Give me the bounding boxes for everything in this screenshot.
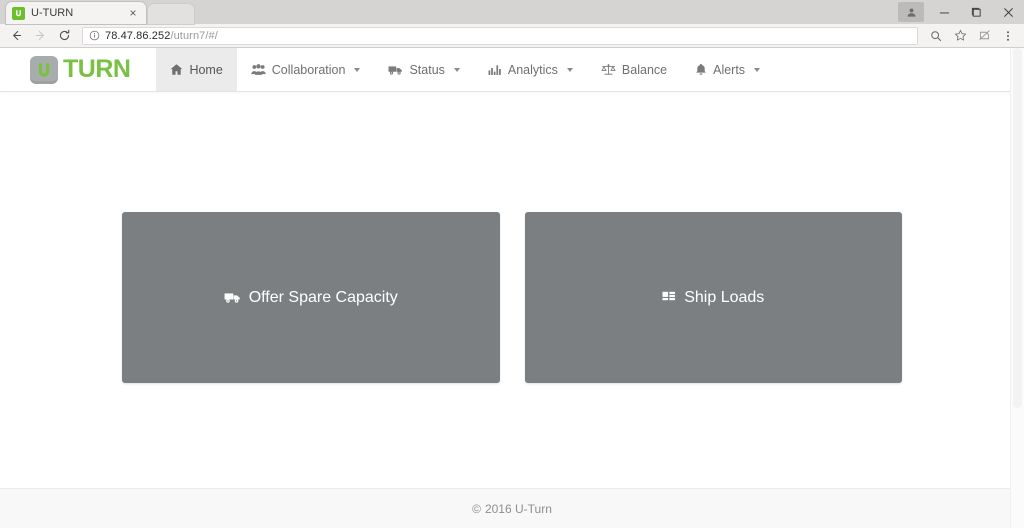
minimize-window-button[interactable]	[928, 0, 960, 24]
forward-arrow-icon	[28, 26, 52, 46]
card-label-text: Ship Loads	[684, 288, 765, 306]
nav-item-label: Status	[409, 62, 445, 77]
action-cards: Offer Spare Capacity Ship Loads	[122, 212, 902, 383]
nav-item-label: Analytics	[507, 62, 558, 77]
back-arrow-icon[interactable]	[4, 26, 28, 46]
footer-copyright-text: 2016 U-Turn	[484, 501, 552, 516]
app-navbar: TURN Home Collaboration Status Analytics…	[0, 48, 1024, 92]
nav-item-home[interactable]: Home	[156, 48, 237, 91]
close-tab-icon[interactable]: ×	[126, 6, 140, 20]
chart-icon	[488, 64, 502, 76]
users-icon	[251, 63, 266, 76]
chevron-down-icon	[354, 67, 361, 72]
toolbar-right-actions	[924, 26, 1020, 46]
info-circle-icon[interactable]	[89, 30, 100, 41]
offer-spare-capacity-card[interactable]: Offer Spare Capacity	[122, 212, 500, 383]
grid-icon	[662, 291, 676, 304]
bell-icon	[695, 63, 707, 76]
card-label-text: Offer Spare Capacity	[248, 288, 398, 306]
nav-item-label: Home	[189, 62, 223, 77]
brand-logo[interactable]: TURN	[30, 48, 156, 91]
main-content: Offer Spare Capacity Ship Loads	[0, 92, 1024, 488]
truck-icon	[388, 64, 403, 76]
page-footer: © 2016 U-Turn	[0, 488, 1024, 528]
brand-text: TURN	[63, 55, 131, 83]
url-path: /uturn7/#/	[170, 29, 218, 42]
nav-item-balance[interactable]: Balance	[587, 48, 681, 91]
profile-icon[interactable]	[898, 2, 924, 22]
zoom-search-icon[interactable]	[924, 26, 948, 46]
reload-icon[interactable]	[52, 26, 76, 46]
scales-icon	[601, 63, 616, 76]
nav-item-label: Balance	[621, 62, 668, 77]
chevron-down-icon	[566, 67, 573, 72]
nav-item-analytics[interactable]: Analytics	[474, 48, 587, 91]
browser-window: U-TURN × 78.47.86.252/uturn7/#/ TURN Hom…	[0, 0, 1024, 528]
nav-item-alerts[interactable]: Alerts	[681, 48, 774, 91]
three-dot-menu-icon[interactable]	[996, 26, 1020, 46]
u-logo-icon	[30, 55, 58, 84]
scrollbar-thumb[interactable]	[1013, 48, 1022, 408]
close-window-button[interactable]	[992, 0, 1024, 24]
copyright-icon: ©	[472, 501, 481, 516]
new-tab-button[interactable]	[148, 4, 194, 24]
page-viewport: TURN Home Collaboration Status Analytics…	[0, 48, 1024, 528]
address-bar-url: 78.47.86.252/uturn7/#/	[105, 30, 218, 42]
star-icon[interactable]	[948, 26, 972, 46]
footer-copyright: © 2016 U-Turn	[472, 502, 552, 516]
browser-tab[interactable]: U-TURN ×	[6, 2, 146, 24]
card-label: Ship Loads	[662, 289, 764, 307]
maximize-window-button[interactable]	[960, 0, 992, 24]
chevron-down-icon	[754, 67, 761, 72]
nav-item-label: Alerts	[713, 62, 746, 77]
browser-toolbar: 78.47.86.252/uturn7/#/	[0, 24, 1024, 48]
card-label: Offer Spare Capacity	[224, 289, 398, 307]
chevron-down-icon	[453, 67, 460, 72]
truck-icon	[224, 291, 241, 304]
ship-loads-card[interactable]: Ship Loads	[524, 212, 902, 383]
nav-item-status[interactable]: Status	[374, 48, 473, 91]
url-domain: 78.47.86.252	[105, 29, 171, 42]
extension-icon[interactable]	[972, 26, 996, 46]
nav-item-collaboration[interactable]: Collaboration	[237, 48, 375, 91]
browser-tab-title: U-TURN	[31, 7, 74, 19]
address-bar[interactable]: 78.47.86.252/uturn7/#/	[82, 26, 918, 45]
home-icon	[170, 63, 183, 76]
window-controls	[898, 0, 1024, 24]
page-scrollbar[interactable]	[1010, 48, 1024, 528]
browser-tab-strip: U-TURN ×	[0, 0, 1024, 24]
nav-items: Home Collaboration Status Analytics Bala…	[156, 48, 774, 91]
nav-item-label: Collaboration	[271, 62, 346, 77]
uturn-favicon-icon	[12, 6, 25, 20]
